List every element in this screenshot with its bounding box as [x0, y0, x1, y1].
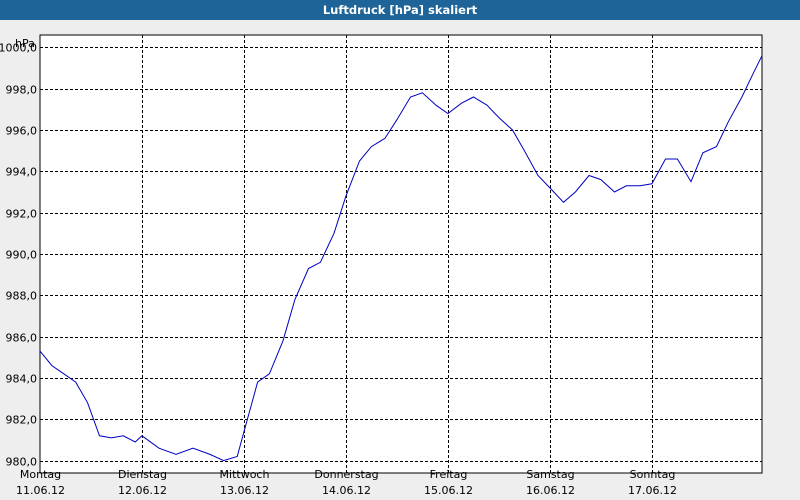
x-tick-date-label: 13.06.12	[220, 484, 269, 497]
y-tick-label: 980,0	[6, 456, 38, 469]
y-tick-labels: 980,0 982,0 984,0 986,0 988,0 990,0 992,0 994,0…	[0, 42, 37, 469]
x-tick-date-label: 17.06.12	[628, 484, 677, 497]
x-tick-date-label: 11.06.12	[16, 484, 65, 497]
x-tick-day-label: Freitag	[430, 468, 468, 481]
x-tick-date-label: 16.06.12	[526, 484, 575, 497]
x-tick-date-label: 15.06.12	[424, 484, 473, 497]
x-tick-date-label: 14.06.12	[322, 484, 371, 497]
chart: 980,0 982,0 984,0 986,0 988,0 990,0 992,0 994,0…	[0, 34, 763, 497]
y-tick-label: 982,0	[6, 414, 38, 427]
y-tick-label: 988,0	[6, 290, 38, 303]
y-tick-label: 986,0	[6, 332, 38, 345]
chart-window: Luftdruck [hPa] skaliert 980,0 982,0 984,0…	[0, 0, 800, 500]
y-tick-label: 998,0	[6, 84, 38, 97]
y-tick-label: 984,0	[6, 373, 38, 386]
y-tick-label: 994,0	[6, 166, 38, 179]
x-tick-day-label: Donnerstag	[314, 468, 378, 481]
window-title: Luftdruck [hPa] skaliert	[0, 0, 800, 20]
x-tick-day-label: Samstag	[526, 468, 574, 481]
x-tick-day-label: Mittwoch	[220, 468, 270, 481]
y-tick-label: 992,0	[6, 208, 38, 221]
x-tick-day-label: Sonntag	[630, 468, 676, 481]
x-tick-day-label: Dienstag	[118, 468, 167, 481]
y-tick-label: 996,0	[6, 125, 38, 138]
y-axis-unit-label: hPa	[15, 37, 35, 50]
x-tick-date-label: 12.06.12	[118, 484, 167, 497]
x-tick-day-label: Montag	[20, 468, 61, 481]
y-tick-label: 990,0	[6, 249, 38, 262]
